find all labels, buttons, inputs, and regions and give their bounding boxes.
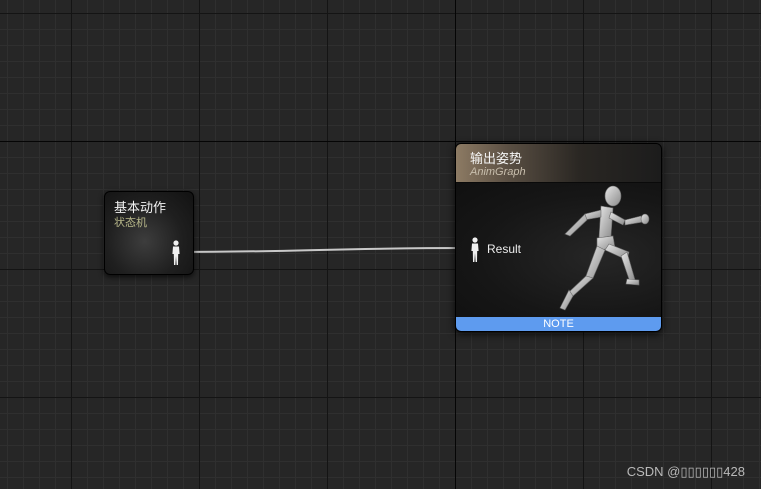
output-pose-title: 输出姿势 <box>470 152 523 167</box>
result-pin-label: Result <box>487 242 522 256</box>
grid-axis-horizontal <box>0 141 761 142</box>
output-pose-header: 输出姿势 AnimGraph <box>456 144 661 183</box>
csdn-watermark: CSDN @▯▯▯▯▯▯428 <box>626 464 745 479</box>
output-pose-subtitle: AnimGraph <box>470 166 526 178</box>
output-pose-node[interactable]: 输出姿势 AnimGraph Result NOTE <box>455 143 662 332</box>
pose-input-pin-icon[interactable] <box>470 237 480 263</box>
state-machine-node[interactable]: 基本动作 状态机 <box>104 191 194 275</box>
running-mannequin-icon <box>559 185 650 311</box>
state-machine-subtitle: 状态机 <box>114 216 147 229</box>
note-footer-bar[interactable]: NOTE <box>456 317 661 331</box>
pose-output-pin-icon[interactable] <box>171 240 181 266</box>
